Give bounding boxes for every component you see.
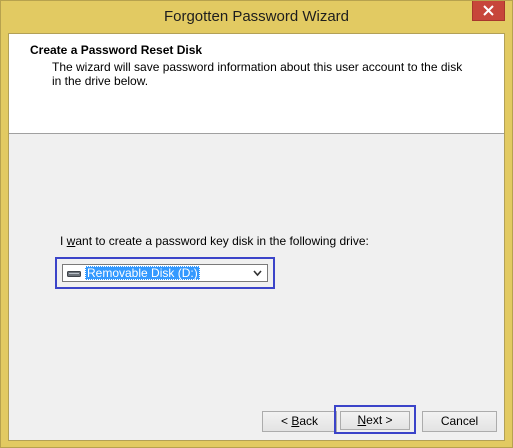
drive-prompt-prefix: I — [60, 234, 67, 248]
next-button-focus-ring: Next > — [334, 405, 416, 434]
next-button-accelerator: N — [357, 413, 367, 427]
drive-select-value: Removable Disk (D:) — [85, 266, 200, 280]
removable-drive-icon — [67, 271, 81, 277]
cancel-button[interactable]: Cancel — [422, 411, 497, 432]
back-button-label: ack — [299, 414, 319, 428]
title-bar[interactable]: Forgotten Password Wizard — [1, 1, 512, 33]
drive-select[interactable]: Removable Disk (D:) — [62, 264, 268, 282]
drive-prompt-rest: ant to create a password key disk in the… — [75, 234, 369, 248]
back-button[interactable]: < Back — [262, 411, 337, 432]
drive-select-focus-ring: Removable Disk (D:) — [55, 257, 275, 289]
wizard-header: Create a Password Reset Disk The wizard … — [9, 34, 504, 134]
next-button[interactable]: Next > — [340, 411, 410, 430]
wizard-window: Forgotten Password Wizard Create a Passw… — [0, 0, 513, 448]
close-button[interactable] — [472, 1, 505, 21]
page-title: Create a Password Reset Disk — [30, 43, 203, 57]
close-icon — [483, 5, 494, 16]
chevron-down-icon[interactable] — [253, 269, 262, 277]
next-button-label: ext > — [366, 413, 393, 427]
page-description: The wizard will save password informatio… — [52, 60, 463, 88]
window-title: Forgotten Password Wizard — [163, 8, 350, 25]
drive-prompt-label: I want to create a password key disk in … — [60, 234, 369, 248]
wizard-client-area: Create a Password Reset Disk The wizard … — [8, 33, 505, 441]
back-button-arrow: < — [280, 414, 292, 428]
